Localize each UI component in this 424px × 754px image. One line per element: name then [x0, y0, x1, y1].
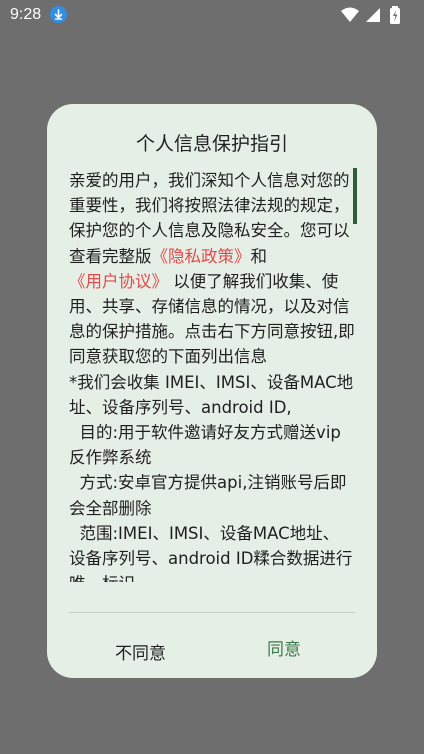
scrollbar-thumb[interactable]: [353, 168, 357, 224]
download-icon: [50, 6, 67, 23]
privacy-dialog: 个人信息保护指引 亲爱的用户，我们深知个人信息对您的重要性，我们将按照法律法规的…: [47, 104, 377, 678]
user-agreement-link[interactable]: 《用户协议》: [69, 272, 168, 291]
content-scroll-area[interactable]: 亲爱的用户，我们深知个人信息对您的重要性，我们将按照法律法规的规定，保护您的个人…: [69, 168, 355, 582]
signal-icon: [366, 8, 380, 22]
dialog-title: 个人信息保护指引: [135, 133, 288, 155]
status-time: 9:28: [10, 6, 42, 23]
content-text: 亲爱的用户，我们深知个人信息对您的重要性，我们将按照法律法规的规定，保护您的个人…: [69, 168, 355, 582]
privacy-policy-link[interactable]: 《隐私政策》: [152, 247, 251, 266]
status-bar: 9:28: [0, 0, 424, 30]
body-text: 以便了解我们收集、使用、共享、存储信息的情况，以及对信息的保护措施。点击右下方同…: [69, 271, 355, 582]
divider: [69, 612, 355, 613]
and-text: 和: [250, 246, 268, 266]
disagree-button[interactable]: 不同意: [115, 642, 166, 666]
agree-button[interactable]: 同意: [267, 638, 301, 662]
wifi-icon: [341, 7, 359, 22]
battery-icon: [390, 6, 400, 24]
